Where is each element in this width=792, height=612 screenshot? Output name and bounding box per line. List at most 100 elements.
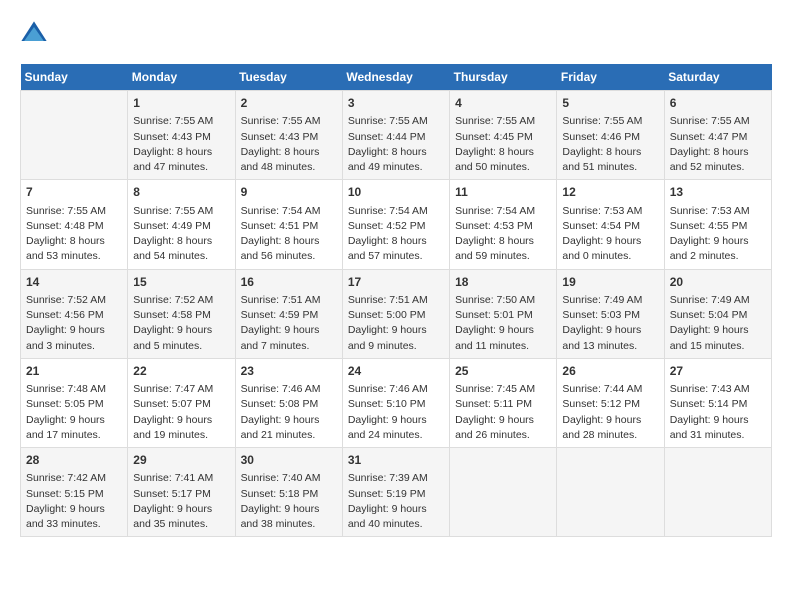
calendar-cell: 28Sunrise: 7:42 AMSunset: 5:15 PMDayligh… [21,448,128,537]
sunrise-text: Sunrise: 7:41 AM [133,471,229,486]
sunrise-text: Sunrise: 7:55 AM [133,114,229,129]
sunset-text: Sunset: 5:04 PM [670,308,766,323]
calendar-cell: 31Sunrise: 7:39 AMSunset: 5:19 PMDayligh… [342,448,449,537]
day-number: 26 [562,363,658,380]
day-number: 4 [455,95,551,112]
week-row-3: 14Sunrise: 7:52 AMSunset: 4:56 PMDayligh… [21,269,772,358]
calendar-cell: 12Sunrise: 7:53 AMSunset: 4:54 PMDayligh… [557,180,664,269]
daylight-text: Daylight: 9 hours and 11 minutes. [455,323,551,353]
daylight-text: Daylight: 9 hours and 31 minutes. [670,413,766,443]
day-number: 29 [133,452,229,469]
calendar-cell: 11Sunrise: 7:54 AMSunset: 4:53 PMDayligh… [450,180,557,269]
daylight-text: Daylight: 9 hours and 38 minutes. [241,502,337,532]
daylight-text: Daylight: 9 hours and 33 minutes. [26,502,122,532]
daylight-text: Daylight: 8 hours and 50 minutes. [455,145,551,175]
day-number: 7 [26,184,122,201]
sunset-text: Sunset: 4:47 PM [670,130,766,145]
sunset-text: Sunset: 4:48 PM [26,219,122,234]
sunrise-text: Sunrise: 7:46 AM [348,382,444,397]
calendar-cell: 10Sunrise: 7:54 AMSunset: 4:52 PMDayligh… [342,180,449,269]
daylight-text: Daylight: 8 hours and 59 minutes. [455,234,551,264]
calendar-cell: 5Sunrise: 7:55 AMSunset: 4:46 PMDaylight… [557,91,664,180]
sunrise-text: Sunrise: 7:43 AM [670,382,766,397]
day-number: 24 [348,363,444,380]
day-number: 11 [455,184,551,201]
sunset-text: Sunset: 4:53 PM [455,219,551,234]
sunset-text: Sunset: 4:58 PM [133,308,229,323]
week-row-1: 1Sunrise: 7:55 AMSunset: 4:43 PMDaylight… [21,91,772,180]
calendar-cell: 8Sunrise: 7:55 AMSunset: 4:49 PMDaylight… [128,180,235,269]
sunrise-text: Sunrise: 7:53 AM [670,204,766,219]
header-sunday: Sunday [21,64,128,91]
sunrise-text: Sunrise: 7:49 AM [562,293,658,308]
sunset-text: Sunset: 5:11 PM [455,397,551,412]
daylight-text: Daylight: 9 hours and 5 minutes. [133,323,229,353]
day-number: 27 [670,363,766,380]
sunrise-text: Sunrise: 7:55 AM [241,114,337,129]
calendar-cell [557,448,664,537]
logo-icon [20,20,48,48]
sunrise-text: Sunrise: 7:55 AM [455,114,551,129]
sunset-text: Sunset: 5:19 PM [348,487,444,502]
day-number: 16 [241,274,337,291]
header-friday: Friday [557,64,664,91]
day-number: 21 [26,363,122,380]
calendar-cell: 6Sunrise: 7:55 AMSunset: 4:47 PMDaylight… [664,91,771,180]
calendar-cell: 1Sunrise: 7:55 AMSunset: 4:43 PMDaylight… [128,91,235,180]
day-number: 5 [562,95,658,112]
logo [20,20,52,48]
day-number: 15 [133,274,229,291]
sunset-text: Sunset: 5:01 PM [455,308,551,323]
sunset-text: Sunset: 5:03 PM [562,308,658,323]
sunrise-text: Sunrise: 7:55 AM [670,114,766,129]
calendar-cell: 24 Sunrise: 7:46 AMSunset: 5:10 PMDayligh… [342,358,449,447]
day-number: 9 [241,184,337,201]
calendar-cell: 30Sunrise: 7:40 AMSunset: 5:18 PMDayligh… [235,448,342,537]
calendar-cell: 7 Sunrise: 7:55 AMSunset: 4:48 PMDaylight… [21,180,128,269]
calendar-cell: 25Sunrise: 7:45 AMSunset: 5:11 PMDayligh… [450,358,557,447]
daylight-text: Daylight: 9 hours and 19 minutes. [133,413,229,443]
page-header [20,20,772,48]
sunset-text: Sunset: 4:43 PM [241,130,337,145]
calendar-table: SundayMondayTuesdayWednesdayThursdayFrid… [20,64,772,537]
daylight-text: Daylight: 9 hours and 24 minutes. [348,413,444,443]
day-number: 2 [241,95,337,112]
daylight-text: Daylight: 9 hours and 7 minutes. [241,323,337,353]
calendar-cell: 14Sunrise: 7:52 AMSunset: 4:56 PMDayligh… [21,269,128,358]
day-number: 30 [241,452,337,469]
header-saturday: Saturday [664,64,771,91]
sunset-text: Sunset: 5:18 PM [241,487,337,502]
sunrise-text: Sunrise: 7:52 AM [26,293,122,308]
day-number: 10 [348,184,444,201]
daylight-text: Daylight: 9 hours and 0 minutes. [562,234,658,264]
week-row-5: 28Sunrise: 7:42 AMSunset: 5:15 PMDayligh… [21,448,772,537]
week-row-2: 7Sunrise: 7:55 AMSunset: 4:48 PMDaylight… [21,180,772,269]
daylight-text: Daylight: 8 hours and 48 minutes. [241,145,337,175]
sunrise-text: Sunrise: 7:45 AM [455,382,551,397]
calendar-cell: 21Sunrise: 7:48 AMSunset: 5:05 PMDayligh… [21,358,128,447]
sunrise-text: Sunrise: 7:54 AM [348,204,444,219]
week-row-4: 21Sunrise: 7:48 AMSunset: 5:05 PMDayligh… [21,358,772,447]
day-number: 14 [26,274,122,291]
sunset-text: Sunset: 4:55 PM [670,219,766,234]
calendar-cell: 23Sunrise: 7:46 AMSunset: 5:08 PMDayligh… [235,358,342,447]
sunset-text: Sunset: 4:52 PM [348,219,444,234]
header-wednesday: Wednesday [342,64,449,91]
sunset-text: Sunset: 5:00 PM [348,308,444,323]
day-number: 23 [241,363,337,380]
calendar-cell: 17Sunrise: 7:51 AMSunset: 5:00 PMDayligh… [342,269,449,358]
day-number: 3 [348,95,444,112]
calendar-cell: 22Sunrise: 7:47 AMSunset: 5:07 PMDayligh… [128,358,235,447]
calendar-cell: 2 Sunrise: 7:55 AMSunset: 4:43 PMDaylight… [235,91,342,180]
sunset-text: Sunset: 5:14 PM [670,397,766,412]
daylight-text: Daylight: 9 hours and 2 minutes. [670,234,766,264]
sunset-text: Sunset: 5:08 PM [241,397,337,412]
daylight-text: Daylight: 8 hours and 53 minutes. [26,234,122,264]
sunrise-text: Sunrise: 7:54 AM [241,204,337,219]
calendar-cell [664,448,771,537]
sunset-text: Sunset: 4:59 PM [241,308,337,323]
sunrise-text: Sunrise: 7:55 AM [26,204,122,219]
daylight-text: Daylight: 8 hours and 49 minutes. [348,145,444,175]
sunset-text: Sunset: 5:10 PM [348,397,444,412]
calendar-cell: 4Sunrise: 7:55 AMSunset: 4:45 PMDaylight… [450,91,557,180]
